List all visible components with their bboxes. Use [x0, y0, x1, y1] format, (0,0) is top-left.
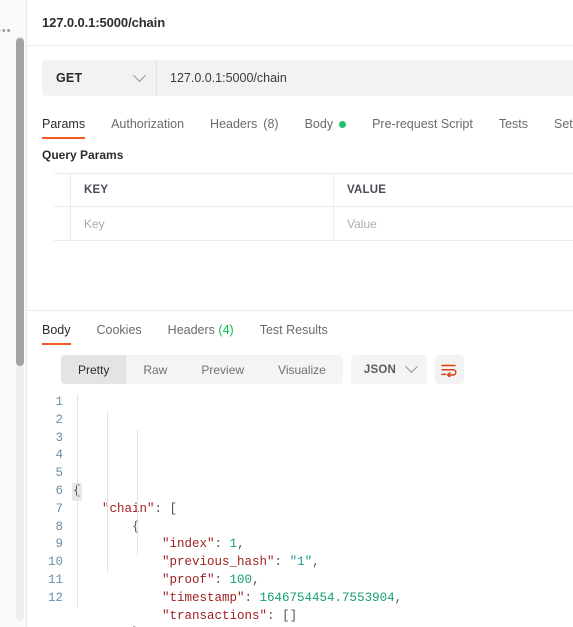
column-header-value-label: VALUE: [347, 184, 387, 196]
url-input[interactable]: [157, 60, 573, 96]
format-pretty-label: Pretty: [78, 362, 110, 377]
param-value-cell[interactable]: Value: [334, 207, 573, 240]
word-wrap-toggle[interactable]: [434, 355, 464, 384]
response-body-viewer[interactable]: 1 2 3 4 5 6 7 8 9 10 11 12 {: [27, 394, 573, 627]
response-tab-body[interactable]: Body: [42, 323, 71, 345]
response-language-selector[interactable]: JSON: [350, 355, 427, 384]
tab-headers[interactable]: Headers (8): [210, 117, 292, 139]
format-pretty-button[interactable]: Pretty: [61, 355, 127, 384]
table-row: Key Value: [54, 207, 573, 240]
line-number: 6: [55, 483, 63, 498]
tab-settings[interactable]: Set: [554, 117, 573, 139]
json-code-content[interactable]: { "chain": [ { "index": 1, "previous_has…: [72, 394, 573, 627]
word-wrap-icon: [441, 364, 457, 377]
json-line: "transactions": []: [162, 608, 298, 623]
line-number: 11: [47, 572, 63, 587]
line-number: 1: [55, 395, 63, 409]
line-number: 7: [55, 501, 63, 516]
response-tab-headers-label: Headers: [167, 323, 215, 337]
json-line: "chain": [: [102, 501, 178, 516]
response-tab-body-label: Body: [42, 323, 71, 337]
line-number: 3: [55, 430, 63, 445]
format-raw-button[interactable]: Raw: [126, 355, 184, 384]
query-params-table: KEY VALUE Key Value: [54, 173, 573, 241]
format-preview-button[interactable]: Preview: [184, 355, 261, 384]
line-number-gutter: 1 2 3 4 5 6 7 8 9 10 11 12: [27, 394, 72, 627]
format-visualize-label: Visualize: [278, 362, 326, 377]
response-pane: Body Cookies Headers (4) Test Results Pr…: [27, 310, 573, 627]
format-raw-label: Raw: [143, 362, 168, 377]
json-line: "previous_hash": "1",: [162, 555, 320, 570]
request-title-bar: 127.0.0.1:5000/chain: [27, 0, 573, 46]
param-key-placeholder: Key: [84, 216, 105, 231]
response-tab-cookies[interactable]: Cookies: [97, 323, 142, 345]
format-segmented-control: Pretty Raw Preview Visualize: [61, 355, 343, 384]
tab-headers-count: (8): [263, 117, 279, 131]
tab-params[interactable]: Params: [42, 117, 98, 139]
tab-body[interactable]: Body: [305, 117, 360, 139]
tab-tests[interactable]: Tests: [499, 117, 541, 139]
line-number: 9: [55, 537, 63, 552]
request-tabs: Params Authorization Headers (8) Body Pr…: [42, 109, 573, 139]
left-rail: •••: [0, 0, 27, 627]
http-method-selector[interactable]: GET: [42, 60, 157, 96]
param-value-placeholder: Value: [347, 216, 377, 231]
url-bar: GET: [42, 60, 573, 96]
table-header-row: KEY VALUE: [54, 174, 573, 207]
vertical-scrollbar-thumb[interactable]: [16, 38, 24, 366]
response-tab-cookies-label: Cookies: [96, 323, 142, 337]
column-header-value: VALUE: [334, 174, 573, 206]
format-visualize-button[interactable]: Visualize: [261, 355, 343, 384]
json-line: "timestamp": 1646754454.7553904,: [162, 590, 403, 605]
param-key-cell[interactable]: Key: [71, 207, 334, 240]
tab-pre-request-script[interactable]: Pre-request Script: [372, 117, 486, 139]
row-checkbox-cell[interactable]: [54, 207, 71, 240]
select-all-checkbox-cell[interactable]: [54, 174, 71, 206]
tab-tests-label: Tests: [498, 117, 528, 131]
response-tab-headers[interactable]: Headers (4): [168, 323, 234, 345]
tab-authorization[interactable]: Authorization: [111, 117, 197, 139]
line-number: 5: [55, 466, 63, 481]
column-header-key-label: KEY: [84, 184, 109, 196]
line-number: 8: [55, 519, 63, 534]
request-response-area: 127.0.0.1:5000/chain GET Params Authoriz…: [27, 0, 573, 627]
json-line: "proof": 100,: [162, 572, 260, 587]
tab-pre-request-script-label: Pre-request Script: [372, 117, 473, 131]
json-line: {: [132, 519, 140, 534]
response-language-label: JSON: [363, 363, 396, 376]
tab-params-label: Params: [42, 117, 86, 131]
response-format-toolbar: Pretty Raw Preview Visualize JSON: [61, 355, 573, 384]
json-line: "index": 1,: [162, 537, 245, 552]
response-tab-test-results-label: Test Results: [259, 323, 328, 337]
response-tabs: Body Cookies Headers (4) Test Results: [42, 311, 573, 345]
line-number: 10: [47, 555, 63, 570]
ellipsis-icon[interactable]: •••: [0, 26, 12, 37]
line-number: 12: [47, 590, 63, 605]
column-header-key: KEY: [71, 174, 334, 206]
body-present-dot-icon: [339, 120, 347, 128]
tab-authorization-label: Authorization: [111, 117, 185, 131]
page-title: 127.0.0.1:5000/chain: [42, 15, 166, 30]
format-preview-label: Preview: [201, 362, 245, 377]
response-tab-headers-count: (4): [218, 323, 234, 337]
query-params-heading: Query Params: [42, 148, 124, 162]
postman-window: ••• 127.0.0.1:5000/chain GET Params Auth…: [0, 0, 573, 627]
line-number: 2: [55, 412, 63, 427]
tab-settings-label: Set: [554, 117, 573, 131]
http-method-label: GET: [56, 71, 83, 85]
tab-headers-label: Headers: [210, 117, 258, 131]
response-tab-test-results[interactable]: Test Results: [260, 323, 328, 345]
tab-body-label: Body: [304, 117, 334, 131]
json-line: {: [72, 482, 573, 501]
chevron-down-icon: [405, 360, 418, 374]
chevron-down-icon: [133, 68, 146, 82]
line-number: 4: [55, 448, 63, 463]
